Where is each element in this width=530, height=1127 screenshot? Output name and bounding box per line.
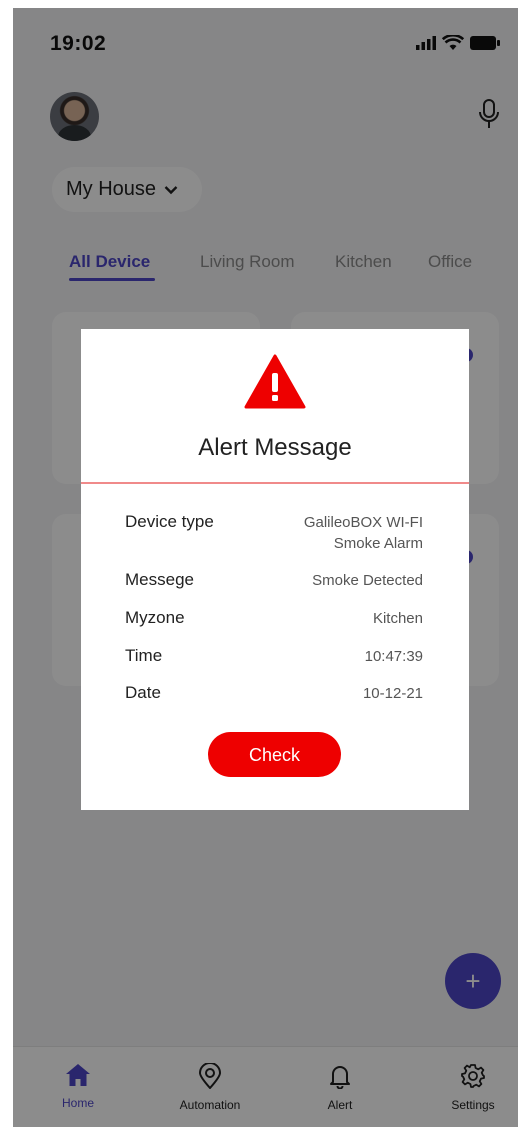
detail-row-message: Messege Smoke Detected — [125, 570, 423, 591]
detail-value-line: Smoke Alarm — [333, 535, 423, 552]
detail-key: Date — [125, 683, 161, 702]
check-button[interactable]: Check — [208, 732, 341, 777]
detail-row-device-type: Device type GalileoBOX WI-FI Smoke Alarm — [125, 512, 423, 554]
detail-value-line: GalileoBOX WI-FI — [303, 514, 423, 531]
detail-value: GalileoBOX WI-FI Smoke Alarm — [304, 512, 423, 554]
warning-icon — [244, 354, 306, 409]
detail-key: Time — [125, 646, 163, 665]
detail-key: Device type — [125, 512, 214, 531]
detail-row-time: Time 10:47:39 — [125, 646, 423, 667]
detail-value: 10-12-21 — [362, 685, 423, 702]
detail-key: Myzone — [125, 608, 185, 627]
detail-value: 10:47:39 — [364, 648, 423, 665]
detail-key: Messege — [125, 570, 194, 589]
alert-divider — [81, 482, 469, 484]
detail-value: Kitchen — [372, 610, 423, 627]
alert-dialog: Alert Message Device type GalileoBOX WI-… — [81, 329, 469, 810]
detail-value: Smoke Detected — [312, 572, 423, 589]
alert-title: Alert Message — [198, 434, 352, 461]
detail-row-zone: Myzone Kitchen — [125, 608, 423, 629]
detail-row-date: Date 10-12-21 — [125, 683, 423, 704]
